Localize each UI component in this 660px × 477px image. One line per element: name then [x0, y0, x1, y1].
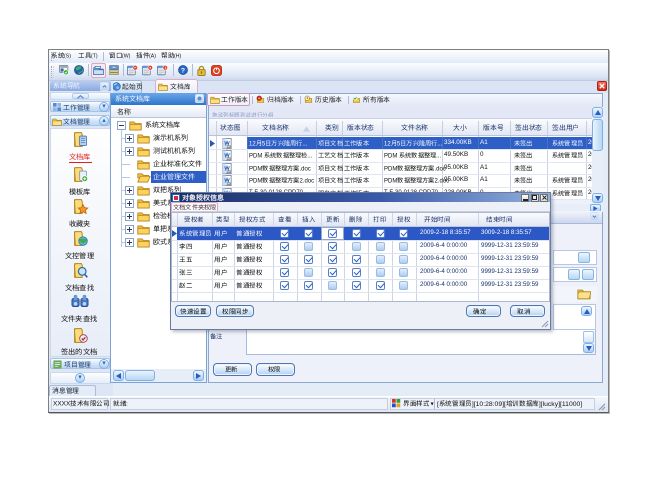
svg-text:?: ?: [180, 68, 184, 75]
